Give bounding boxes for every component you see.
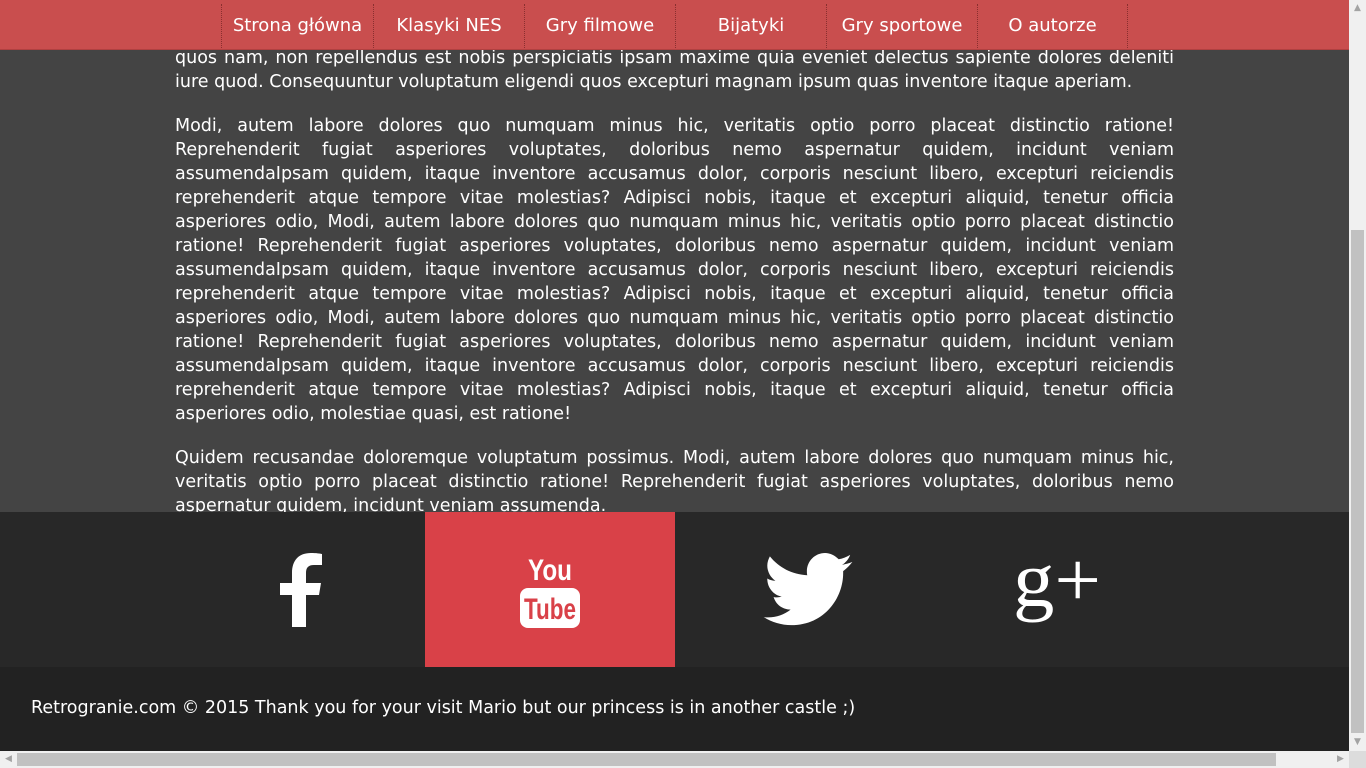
main-content: quos nam, non repellendus est nobis pers…	[0, 0, 1349, 512]
footer-copyright: Retrogranie.com © 2015 Thank you for you…	[31, 698, 856, 718]
social-links: You Tube g+	[0, 512, 1349, 667]
scroll-up-arrow-icon[interactable]: ▲	[1349, 0, 1366, 17]
horizontal-scrollbar[interactable]: ◀ ▶	[0, 751, 1349, 768]
article: quos nam, non repellendus est nobis pers…	[175, 46, 1174, 512]
facebook-link[interactable]	[175, 512, 425, 667]
footer: Retrogranie.com © 2015 Thank you for you…	[0, 667, 1349, 752]
vertical-scroll-thumb[interactable]	[1351, 230, 1364, 733]
article-paragraph: Modi, autem labore dolores quo numquam m…	[175, 116, 1174, 424]
facebook-icon	[280, 552, 322, 627]
vertical-scrollbar[interactable]: ▲ ▼	[1349, 0, 1366, 751]
scroll-down-arrow-icon[interactable]: ▼	[1349, 734, 1366, 751]
scroll-left-arrow-icon[interactable]: ◀	[0, 751, 17, 768]
nav-item-sports-games[interactable]: Gry sportowe	[826, 4, 977, 48]
scroll-right-arrow-icon[interactable]: ▶	[1332, 751, 1349, 768]
youtube-link[interactable]: You Tube	[425, 512, 675, 667]
youtube-logo-bottom: Tube	[524, 593, 576, 626]
google-plus-glyph: g+	[1013, 552, 1101, 623]
nav-item-home[interactable]: Strona główna	[221, 4, 373, 48]
nav-item-movie-games[interactable]: Gry filmowe	[524, 4, 675, 48]
scrollbar-corner	[1349, 751, 1366, 768]
twitter-icon	[763, 552, 852, 625]
youtube-logo-top: You	[528, 554, 572, 587]
twitter-link[interactable]	[675, 512, 940, 667]
horizontal-scroll-thumb[interactable]	[17, 753, 1276, 766]
article-paragraph: Quidem recusandae doloremque voluptatum …	[175, 448, 1174, 512]
article-paragraph: quos nam, non repellendus est nobis pers…	[175, 48, 1174, 92]
google-plus-link[interactable]: g+	[940, 512, 1175, 667]
nav-item-about-author[interactable]: O autorze	[977, 4, 1128, 48]
nav-menu: Strona główna Klasyki NES Gry filmowe Bi…	[221, 4, 1128, 48]
nav-item-nes-classics[interactable]: Klasyki NES	[373, 4, 524, 48]
nav-item-fighting-games[interactable]: Bijatyki	[675, 4, 826, 48]
top-navigation: Strona główna Klasyki NES Gry filmowe Bi…	[0, 0, 1349, 50]
google-plus-icon: g+	[1013, 552, 1101, 623]
youtube-icon: You Tube	[520, 554, 580, 628]
